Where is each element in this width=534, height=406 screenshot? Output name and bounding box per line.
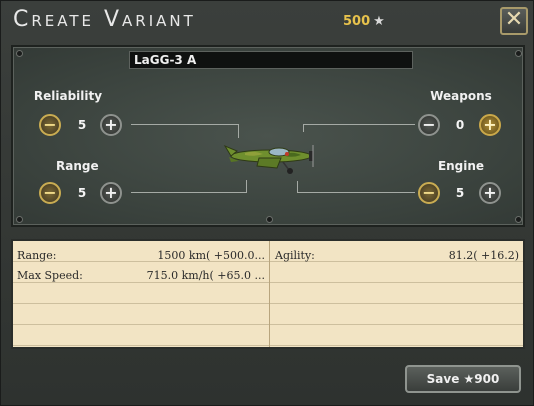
stat-agility-label: Agility: (275, 249, 315, 262)
close-button[interactable]: ✕ (500, 7, 528, 35)
stats-table: Range: 1500 km( +500.0... Max Speed: 715… (11, 239, 525, 349)
range-plus-button[interactable]: + (100, 182, 122, 204)
table-row (13, 325, 523, 346)
stat-max-speed-label: Max Speed: (17, 269, 83, 282)
column-divider (269, 241, 270, 347)
range-label: Range (56, 159, 99, 173)
rivet-icon (516, 217, 521, 222)
reliability-plus-button[interactable]: + (100, 114, 122, 136)
stat-agility-value: 81.2( +16.2) (448, 249, 519, 262)
connector-line (238, 124, 239, 138)
weapons-plus-button[interactable]: + (479, 114, 501, 136)
table-row (13, 304, 523, 325)
engine-value: 5 (455, 186, 465, 200)
connector-line (246, 180, 247, 193)
engine-plus-button[interactable]: + (479, 182, 501, 204)
title-bar: Create Variant 500 ★ ✕ (1, 1, 534, 41)
reliability-value: 5 (77, 118, 87, 132)
rivet-icon (17, 51, 22, 56)
range-value: 5 (77, 186, 87, 200)
connector-line (303, 124, 304, 132)
window-title: Create Variant (13, 7, 196, 32)
stat-max-speed-value: 715.0 km/h( +65.0 ... (146, 269, 265, 282)
variant-name-input[interactable]: LaGG-3 A (129, 51, 413, 69)
reliability-label: Reliability (33, 89, 103, 103)
reliability-minus-button[interactable]: − (39, 114, 61, 136)
stat-range-label: Range: (17, 249, 57, 262)
connector-line (297, 192, 415, 193)
cost-value: 500 (343, 14, 371, 29)
engine-label: Engine (437, 159, 485, 173)
connector-line (297, 181, 298, 193)
rivet-icon (516, 51, 521, 56)
connector-line (303, 124, 415, 125)
weapons-label: Weapons (430, 89, 492, 103)
engine-minus-button[interactable]: − (418, 182, 440, 204)
table-row (13, 262, 523, 283)
connector-line (131, 124, 239, 125)
table-row (13, 283, 523, 304)
save-button[interactable]: Save ★900 (405, 365, 521, 393)
variant-cost: 500 ★ (343, 14, 385, 29)
design-panel: LaGG-3 A Reliability − 5 + Range − 5 + W… (11, 45, 525, 227)
weapons-value: 0 (455, 118, 465, 132)
stat-range-value: 1500 km( +500.0... (157, 249, 265, 262)
weapons-minus-button[interactable]: − (418, 114, 440, 136)
aircraft-icon (223, 144, 314, 174)
range-minus-button[interactable]: − (39, 182, 61, 204)
rivet-icon (17, 217, 22, 222)
create-variant-window: Create Variant 500 ★ ✕ LaGG-3 A Reliabili… (0, 0, 534, 406)
star-icon: ★ (373, 14, 385, 29)
rivet-icon (267, 217, 272, 222)
connector-line (131, 192, 247, 193)
